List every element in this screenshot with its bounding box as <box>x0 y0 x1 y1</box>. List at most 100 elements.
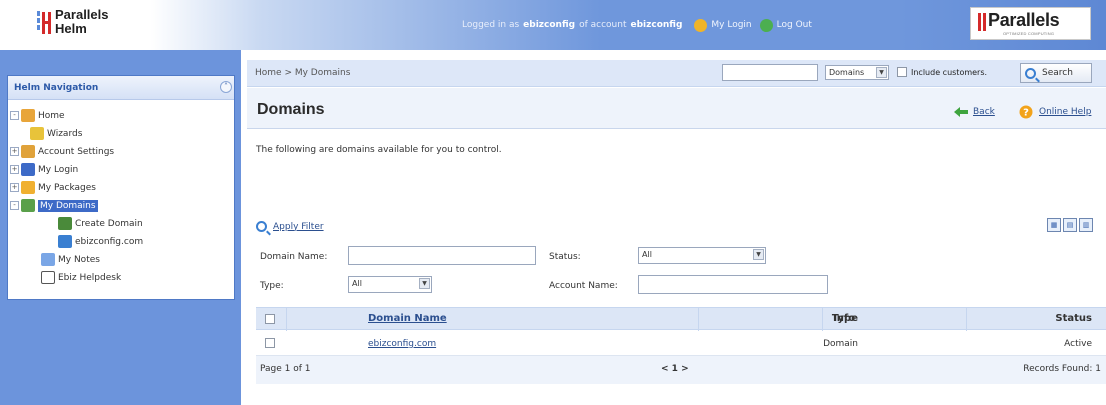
column-divider <box>698 308 699 331</box>
sidebar-item-my-packages[interactable]: + My Packages <box>10 180 96 195</box>
parallels-logo-tagline: OPTIMIZED COMPUTING <box>1003 31 1055 36</box>
sidebar-item-label: Home <box>38 110 65 121</box>
search-icon <box>1025 67 1036 79</box>
sidebar-item-my-login[interactable]: + My Login <box>10 162 78 177</box>
pager[interactable]: < 1 > <box>661 364 689 374</box>
page-title-bar: Domains Back ? Online Help <box>247 88 1106 129</box>
domain-name-link[interactable]: ebizconfig.com <box>368 339 436 349</box>
sidebar-item-account-settings[interactable]: + Account Settings <box>10 144 114 159</box>
notes-icon <box>41 253 55 266</box>
type-select-value: All <box>352 279 362 288</box>
select-all-checkbox[interactable] <box>265 314 275 324</box>
sidebar-item-wizards[interactable]: Wizards <box>30 126 82 141</box>
sidebar-item-home[interactable]: - Home <box>10 108 65 123</box>
column-divider <box>286 308 287 331</box>
online-help-button[interactable]: ? Online Help <box>1019 105 1091 119</box>
help-icon: ? <box>1019 105 1033 119</box>
search-type-select[interactable]: Domains ▼ <box>825 65 889 80</box>
sidebar-item-label: Ebiz Helpdesk <box>58 272 122 283</box>
row-checkbox[interactable] <box>265 338 275 348</box>
parallels-logo-word: Parallels <box>988 10 1060 30</box>
chevron-down-icon[interactable]: ▼ <box>876 67 887 78</box>
chevron-down-icon[interactable]: ▼ <box>419 278 430 289</box>
breadcrumb-bar: Home > My Domains Domains ▼ Include cust… <box>247 60 1106 87</box>
column-divider <box>822 308 823 331</box>
status-label: Status: <box>549 252 581 262</box>
sidebar-item-label: My Notes <box>58 254 100 265</box>
type-select[interactable]: All ▼ <box>348 276 432 293</box>
collapse-tree-icon[interactable]: - <box>10 201 19 210</box>
grid-header: Domain Name Type Info Status <box>256 307 1106 331</box>
column-header-info: Info <box>833 313 856 324</box>
log-out-link[interactable]: Log Out <box>777 20 812 30</box>
app-name-line2: Helm <box>55 21 87 36</box>
home-icon <box>21 109 35 122</box>
domain-type: Domain <box>823 339 858 349</box>
account-name: ebizconfig <box>630 20 683 30</box>
header-bar: Parallels Helm Logged in as ebizconfig o… <box>0 0 1106 50</box>
search-button[interactable]: Search <box>1020 63 1092 83</box>
chevron-down-icon[interactable]: ▼ <box>753 249 764 260</box>
log-out-icon[interactable] <box>759 18 773 32</box>
sidebar-item-ebiz-helpdesk[interactable]: Ebiz Helpdesk <box>41 270 121 285</box>
search-type-value: Domains <box>829 68 865 77</box>
account-prefix: of account <box>579 20 627 30</box>
back-button[interactable]: Back <box>953 106 995 118</box>
expand-icon[interactable]: + <box>10 183 19 192</box>
login-icon <box>21 163 35 176</box>
back-arrow-icon <box>954 107 968 117</box>
export-excel-icon[interactable]: ▤ <box>1063 218 1077 232</box>
back-label: Back <box>973 107 995 117</box>
account-name-input[interactable] <box>638 275 828 294</box>
svg-text:?: ? <box>1023 108 1029 119</box>
domains-icon <box>21 199 35 212</box>
account-settings-icon <box>21 145 35 158</box>
search-input[interactable] <box>722 64 818 81</box>
column-header-status: Status <box>1055 313 1092 324</box>
parallels-helm-logo-icon <box>37 11 51 34</box>
collapse-icon[interactable]: ˄ <box>220 81 232 93</box>
page-indicator: Page 1 of 1 <box>260 364 311 374</box>
apply-filter-link[interactable]: Apply Filter <box>256 221 324 232</box>
domain-name-label: Domain Name: <box>260 252 328 262</box>
wizard-icon <box>30 127 44 140</box>
include-customers-label: Include customers. <box>911 68 988 77</box>
packages-icon <box>21 181 35 194</box>
sidebar-item-ebizconfig-com[interactable]: ebizconfig.com <box>58 234 143 249</box>
type-label: Type: <box>260 281 284 291</box>
sidebar-item-label: My Login <box>38 164 79 175</box>
intro-text: The following are domains available for … <box>256 145 502 155</box>
status-select[interactable]: All ▼ <box>638 247 766 264</box>
sidebar-item-label: Account Settings <box>38 146 115 157</box>
records-found: Records Found: 1 <box>1023 364 1101 374</box>
table-row[interactable]: ebizconfig.com Domain Active <box>256 331 1106 356</box>
sidebar-item-label: My Packages <box>38 182 96 193</box>
account-name-label: Account Name: <box>549 281 618 291</box>
my-login-link[interactable]: My Login <box>711 20 751 30</box>
sidebar-item-label: Create Domain <box>75 218 143 229</box>
page-title: Domains <box>257 101 325 118</box>
export-toolbar: ▦ ▤ ▥ <box>1047 218 1093 232</box>
domain-name-input[interactable] <box>348 246 536 265</box>
user-status: Logged in as ebizconfig of account ebizc… <box>462 17 812 33</box>
sidebar-item-create-domain[interactable]: Create Domain <box>58 216 143 231</box>
grid-footer: Page 1 of 1 < 1 > Records Found: 1 <box>256 356 1106 384</box>
sidebar-item-my-domains[interactable]: - My Domains <box>10 198 98 213</box>
app-name-line1: Parallels <box>55 7 109 22</box>
expand-icon[interactable]: + <box>10 147 19 156</box>
status-select-value: All <box>642 250 652 259</box>
logged-in-prefix: Logged in as <box>462 20 520 30</box>
include-customers-checkbox[interactable] <box>897 67 907 77</box>
collapse-tree-icon[interactable]: - <box>10 111 19 120</box>
logged-in-user: ebizconfig <box>523 20 576 30</box>
expand-icon[interactable]: + <box>10 165 19 174</box>
my-login-icon[interactable] <box>694 18 708 32</box>
column-header-domain-name[interactable]: Domain Name <box>368 313 447 324</box>
sidebar-item-my-notes[interactable]: My Notes <box>41 252 100 267</box>
sidebar-item-label: Wizards <box>47 128 83 139</box>
breadcrumb: Home > My Domains <box>255 68 351 78</box>
export-csv-icon[interactable]: ▥ <box>1079 218 1093 232</box>
filter-search-icon <box>256 221 267 232</box>
create-domain-icon <box>58 217 72 230</box>
print-icon[interactable]: ▦ <box>1047 218 1061 232</box>
